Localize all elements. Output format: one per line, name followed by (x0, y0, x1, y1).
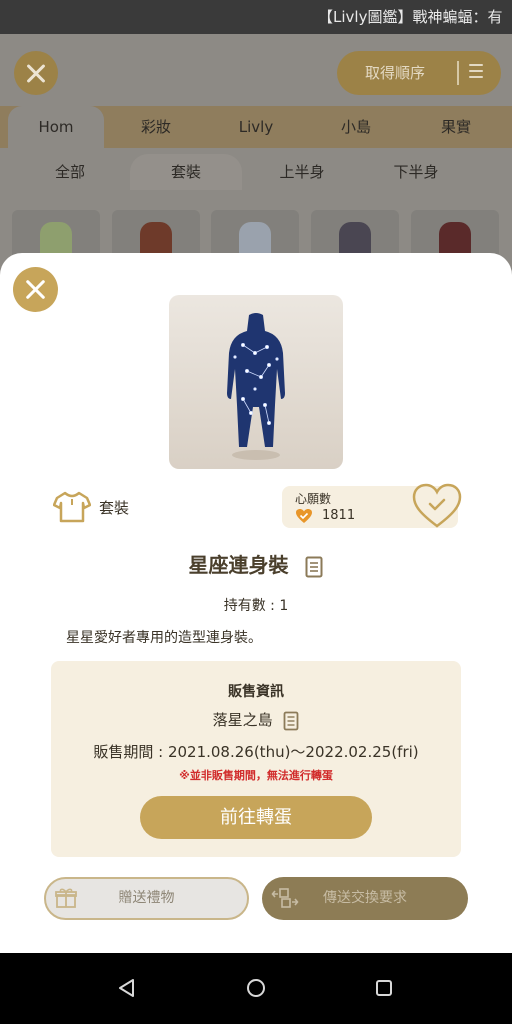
subtab-bottom: 下半身 (393, 163, 439, 181)
sort-button-label: 取得順序 (365, 64, 426, 82)
item-name: 星座連身裝 (188, 553, 289, 577)
status-bar-text: 【Livly圖鑑】戰神蝙蝠：有 (318, 8, 503, 26)
sale-location: 落星之島 (212, 711, 273, 729)
tab-hom: Hom (8, 106, 104, 148)
sale-info-panel: 販售資訊 落星之島 販售期間 : 2021.08.26(thu)〜2022.02… (51, 661, 461, 857)
item-category-label: 套裝 (99, 498, 130, 517)
background-close-icon (14, 51, 58, 95)
system-nav-bar (0, 953, 512, 1024)
trade-request-label: 傳送交換要求 (323, 890, 407, 906)
add-wish-heart-icon[interactable] (412, 483, 462, 529)
category-tabs: Hom 彩妝 Livly 小島 果實 (0, 106, 512, 148)
item-image (169, 295, 343, 469)
go-to-gacha-button[interactable]: 前往轉蛋 (140, 796, 372, 839)
back-icon[interactable] (114, 975, 140, 1001)
copy-icon[interactable] (305, 556, 323, 578)
sale-info-title: 販售資訊 (228, 684, 284, 700)
heart-icon (296, 509, 312, 523)
sale-warning: ※並非販售期間，無法進行轉蛋 (179, 769, 333, 782)
trade-icon (271, 888, 299, 908)
item-detail-sheet: 套裝 心願數 1811 星座連身裝 持有數 : 1 星星愛好者專用的造型連身裝。… (0, 253, 512, 953)
tab-fruit: 果實 (440, 118, 471, 136)
tab-makeup: 彩妝 (140, 118, 171, 136)
home-icon[interactable] (243, 975, 269, 1001)
owned-count: 持有數 : 1 (223, 598, 289, 614)
status-bar: 【Livly圖鑑】戰神蝙蝠：有 (0, 0, 512, 34)
trade-request-button[interactable]: 傳送交換要求 (262, 877, 468, 920)
sale-period: 販售期間 : 2021.08.26(thu)〜2022.02.25(fri) (93, 743, 419, 761)
sort-divider (457, 61, 459, 85)
recents-icon[interactable] (371, 975, 397, 1001)
subcategory-tabs: 全部 套裝 上半身 下半身 (0, 150, 512, 194)
close-icon[interactable] (13, 267, 58, 312)
subtab-top: 上半身 (279, 163, 325, 181)
tab-island: 小島 (340, 118, 371, 136)
item-category: 套裝 (53, 490, 129, 524)
copy-icon[interactable] (283, 711, 299, 731)
constellation-suit-icon (227, 313, 285, 460)
subtab-outfit: 套裝 (130, 154, 242, 190)
sort-lines-icon (469, 64, 483, 82)
shirt-icon (53, 491, 91, 523)
wish-count-label: 心願數 (295, 492, 332, 506)
send-gift-label: 贈送禮物 (118, 890, 175, 906)
sort-button: 取得順序 (337, 51, 501, 95)
sale-location-row: 落星之島 (51, 709, 461, 731)
gift-icon (55, 888, 77, 908)
tab-livly: Livly (238, 118, 274, 136)
wish-count-value: 1811 (322, 508, 356, 523)
background-app: 取得順序 Hom 彩妝 Livly 小島 果實 全部 套裝 上半身 下半身 (0, 34, 512, 274)
subtab-all: 全部 (54, 163, 85, 181)
item-title-row: 星座連身裝 (0, 549, 512, 579)
send-gift-button[interactable]: 贈送禮物 (44, 877, 249, 920)
item-description: 星星愛好者專用的造型連身裝。 (66, 630, 262, 646)
